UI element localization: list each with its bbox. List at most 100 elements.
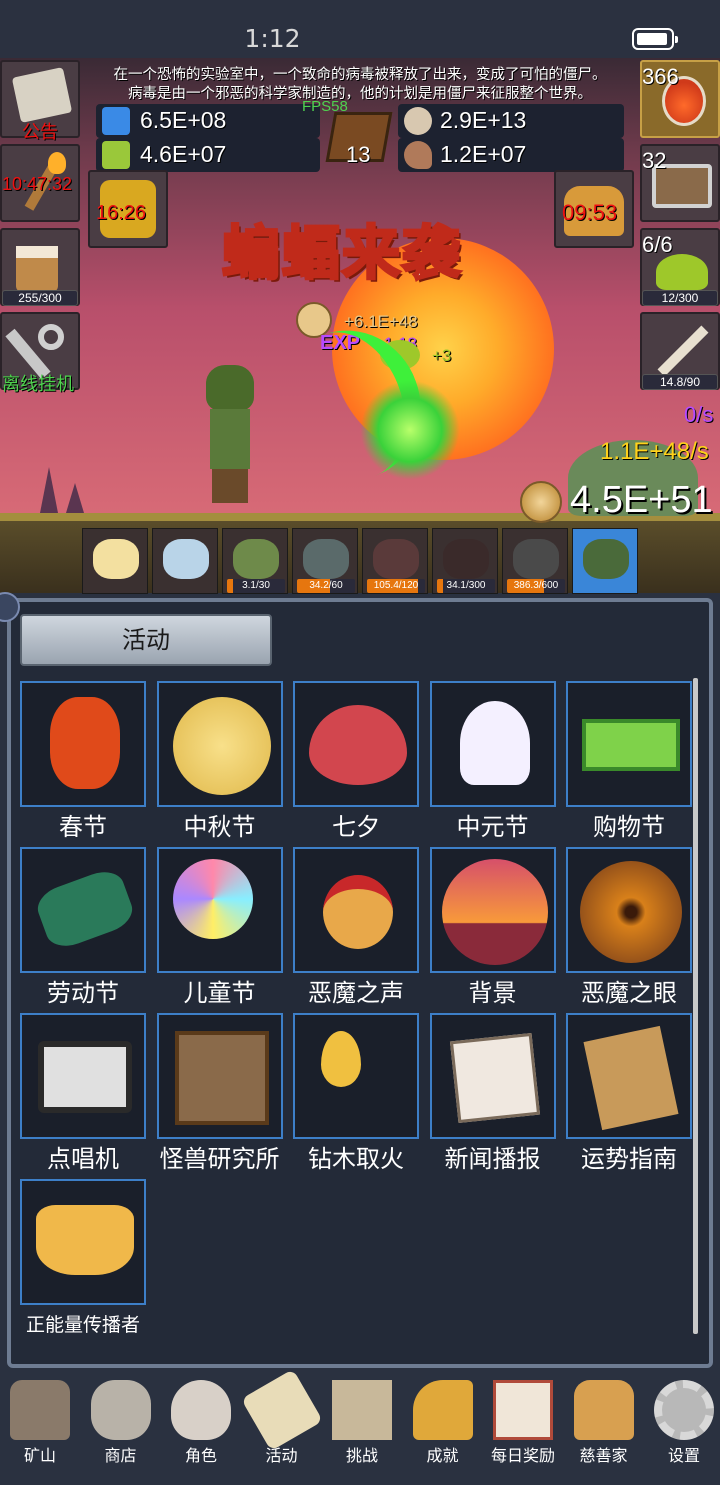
activity-item-15[interactable]: 运势指南 [566, 1013, 692, 1173]
story-line: 病毒是由一个邪恶的科学家制造的，他的计划是用僵尸来征服整个世界。 [128, 86, 592, 102]
bat-icon [373, 539, 419, 579]
slime-gain-text: +3 [432, 346, 452, 365]
story-text: 在一个恐怖的实验室中，一个致命的病毒被释放了出来，变成了可怕的僵尸。 病毒是由一… [80, 66, 640, 104]
tab-activity[interactable]: 活动 [20, 614, 272, 666]
activity-item-8[interactable]: 恶魔之声 [293, 847, 419, 1007]
activity-label: 点唱机 [47, 1145, 119, 1173]
activity-label: 恶魔之声 [308, 979, 404, 1007]
activity-tile[interactable] [566, 847, 692, 973]
monster-slot-slime[interactable]: 3.1/30 [222, 528, 288, 594]
resource-meat[interactable]: 1.2E+07 [398, 138, 624, 172]
nav-gear[interactable]: 设置 [644, 1376, 720, 1472]
monster-progress-label: 34.2/60 [309, 580, 343, 591]
sunset-icon [441, 859, 548, 965]
activity-item-6[interactable]: 劳动节 [20, 847, 146, 1007]
activity-item-11[interactable]: 点唱机 [20, 1013, 146, 1173]
nav-skull[interactable]: 角色 [161, 1376, 241, 1472]
resource-silver-coins[interactable]: 2.9E+13 [398, 104, 624, 138]
player-character [200, 365, 260, 505]
activity-item-12[interactable]: 怪兽研究所 [156, 1013, 283, 1173]
nav-scroll[interactable]: 活动 [240, 1369, 323, 1472]
activity-tile[interactable] [293, 847, 419, 973]
monster-slot-orc[interactable] [572, 528, 638, 594]
activity-tile[interactable] [566, 1013, 692, 1139]
orc-icon [583, 539, 629, 579]
activity-tile[interactable] [293, 1013, 419, 1139]
nav-stone[interactable]: 商店 [81, 1376, 161, 1472]
activity-item-7[interactable]: 儿童节 [156, 847, 283, 1007]
nav-map[interactable]: 挑战 [322, 1376, 402, 1472]
monster-slot-spider[interactable]: 34.1/300 [432, 528, 498, 594]
activity-item-14[interactable]: 新闻播报 [429, 1013, 556, 1173]
monster-progress-fill [437, 579, 444, 593]
gold-total: 4.5E+51 [570, 479, 713, 521]
activity-tile[interactable] [429, 681, 556, 807]
nav-label: 角色 [184, 1446, 217, 1465]
nav-bread[interactable]: 慈善家 [564, 1376, 644, 1472]
activity-tile[interactable] [20, 1013, 146, 1139]
player-legs [212, 469, 248, 503]
activity-item-1[interactable]: 春节 [20, 681, 146, 841]
activity-item-5[interactable]: 购物节 [566, 681, 692, 841]
battery-icon [632, 28, 678, 50]
player-body [210, 409, 250, 469]
moon-icon [172, 697, 271, 795]
monster-slot-bat[interactable]: 105.4/120 [362, 528, 428, 594]
activity-tile[interactable] [156, 847, 283, 973]
slime-icon [233, 539, 279, 579]
mug-icon [16, 246, 58, 292]
lantern-timer: 16:26 [96, 202, 147, 224]
activity-item-10[interactable]: 恶魔之眼 [566, 847, 692, 1007]
slime-bar: 12/300 [642, 290, 718, 306]
activity-item-9[interactable]: 背景 [429, 847, 556, 1007]
activity-tile[interactable] [566, 681, 692, 807]
lab-icon [174, 1031, 269, 1125]
fortune-icon [583, 1025, 679, 1131]
activity-item-16[interactable]: 正能量传播者 [20, 1179, 146, 1337]
activity-tile[interactable] [20, 847, 146, 973]
mountain-spike [66, 483, 84, 513]
monster-slot-zombie[interactable]: 34.2/60 [292, 528, 358, 594]
activity-label: 儿童节 [183, 979, 256, 1007]
potion-count: 366 [642, 64, 679, 89]
ghoul-icon [513, 539, 559, 579]
monster-progress-label: 386.3/600 [513, 580, 559, 591]
activity-tile[interactable] [20, 681, 146, 807]
activity-tile[interactable] [293, 681, 419, 807]
player-hood [206, 365, 254, 411]
bell-icon [323, 875, 393, 949]
ghost-icon [459, 701, 530, 785]
activity-label: 购物节 [593, 813, 665, 841]
nav-label: 挑战 [345, 1446, 378, 1465]
egg-icon [163, 539, 209, 579]
monster-slot-ghoul[interactable]: 386.3/600 [502, 528, 568, 594]
gold-coin-icon [520, 481, 562, 523]
activity-item-4[interactable]: 中元节 [429, 681, 556, 841]
monster-progress: 34.2/60 [297, 579, 355, 593]
nav-key[interactable]: 成就 [403, 1376, 483, 1472]
activity-tile[interactable] [429, 1013, 556, 1139]
activity-item-3[interactable]: 七夕 [293, 681, 419, 841]
activity-tile[interactable] [156, 681, 283, 807]
activity-tile[interactable] [156, 1013, 283, 1139]
blue-potion-value: 6.5E+08 [140, 107, 227, 133]
resource-green-potion[interactable]: 4.6E+07 [96, 138, 320, 172]
activity-item-2[interactable]: 中秋节 [156, 681, 283, 841]
monster-slot-egg[interactable] [152, 528, 218, 594]
activity-tile[interactable] [429, 847, 556, 973]
activity-label: 中秋节 [183, 813, 256, 841]
activity-tile[interactable] [20, 1179, 146, 1305]
cassette-icon [38, 1041, 132, 1113]
monster-progress-label: 3.1/30 [242, 580, 270, 591]
nav-letter[interactable]: 每日奖励 [483, 1376, 563, 1472]
nav-lantern[interactable]: 矿山 [0, 1376, 80, 1472]
hit-burst-effect [360, 380, 460, 480]
activity-label: 春节 [59, 813, 107, 841]
green-potion-icon [102, 141, 130, 169]
resource-blue-potion[interactable]: 6.5E+08 [96, 104, 320, 138]
activity-item-13[interactable]: 钻木取火 [293, 1013, 419, 1173]
activity-label: 恶魔之眼 [581, 979, 677, 1007]
nav-label: 成就 [426, 1446, 459, 1465]
silver-coin-icon [404, 107, 432, 135]
monster-slot-candle[interactable] [82, 528, 148, 594]
